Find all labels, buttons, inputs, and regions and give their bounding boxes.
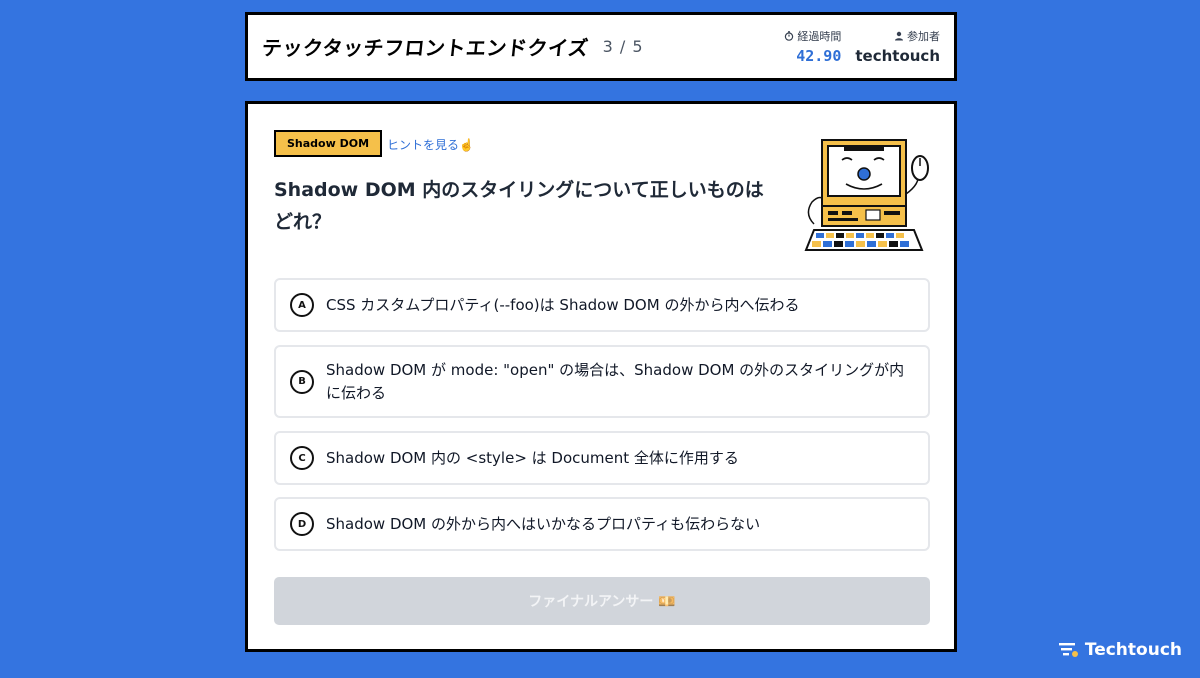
option-text: Shadow DOM が mode: "open" の場合は、Shadow DO… [326, 360, 905, 402]
answer-option-b[interactable]: B Shadow DOM が mode: "open" の場合は、Shadow … [274, 345, 930, 418]
user-icon [895, 31, 903, 41]
participant-name: techtouch [855, 47, 940, 65]
stopwatch-icon [785, 31, 794, 41]
question-progress: 3 / 5 [602, 37, 644, 56]
option-letter-badge: D [290, 512, 314, 536]
elapsed-time-stat: 経過時間 42.90 [784, 28, 841, 65]
option-text: CSS カスタムプロパティ(--foo)は Shadow DOM の外から内へ伝… [326, 295, 800, 314]
answer-option-d[interactable]: D Shadow DOM の外から内へはいかなるプロパティも伝わらない [274, 497, 930, 551]
techtouch-logo-icon [1058, 643, 1078, 657]
option-letter-badge: A [290, 293, 314, 317]
participant-label: 参加者 [907, 30, 940, 43]
participant-stat: 参加者 techtouch [855, 28, 940, 65]
question-text: Shadow DOM 内のスタイリングについて正しいものはどれ？ [274, 179, 764, 233]
quiz-header: テックタッチフロントエンドクイズ 3 / 5 経過時間 42.90 参加者 te… [245, 12, 957, 81]
option-text: Shadow DOM の外から内へはいかなるプロパティも伝わらない [326, 514, 761, 533]
quiz-card: Shadow DOM ヒントを見る☝️ Shadow DOM 内のスタイリングに… [245, 101, 957, 652]
answer-option-c[interactable]: C Shadow DOM 内の <style> は Document 全体に作用… [274, 431, 930, 485]
option-letter-badge: C [290, 446, 314, 470]
elapsed-time-label: 経過時間 [797, 30, 842, 43]
final-answer-button[interactable]: ファイナルアンサー 💴 [274, 577, 930, 625]
brand-name: Techtouch [1084, 640, 1182, 660]
stats: 経過時間 42.90 参加者 techtouch [784, 28, 940, 65]
hint-link[interactable]: ヒントを見る☝️ [387, 136, 474, 153]
option-text: Shadow DOM 内の <style> は Document 全体に作用する [326, 448, 739, 467]
retro-computer-icon [804, 139, 929, 251]
elapsed-time-value: 42.90 [796, 47, 842, 65]
category-tag: Shadow DOM [274, 130, 383, 157]
brand-logo: Techtouch [1058, 640, 1182, 660]
option-letter-badge: B [290, 369, 314, 394]
app-title: テックタッチフロントエンドクイズ [260, 36, 590, 60]
answer-option-a[interactable]: A CSS カスタムプロパティ(--foo)は Shadow DOM の外から内… [274, 278, 930, 332]
